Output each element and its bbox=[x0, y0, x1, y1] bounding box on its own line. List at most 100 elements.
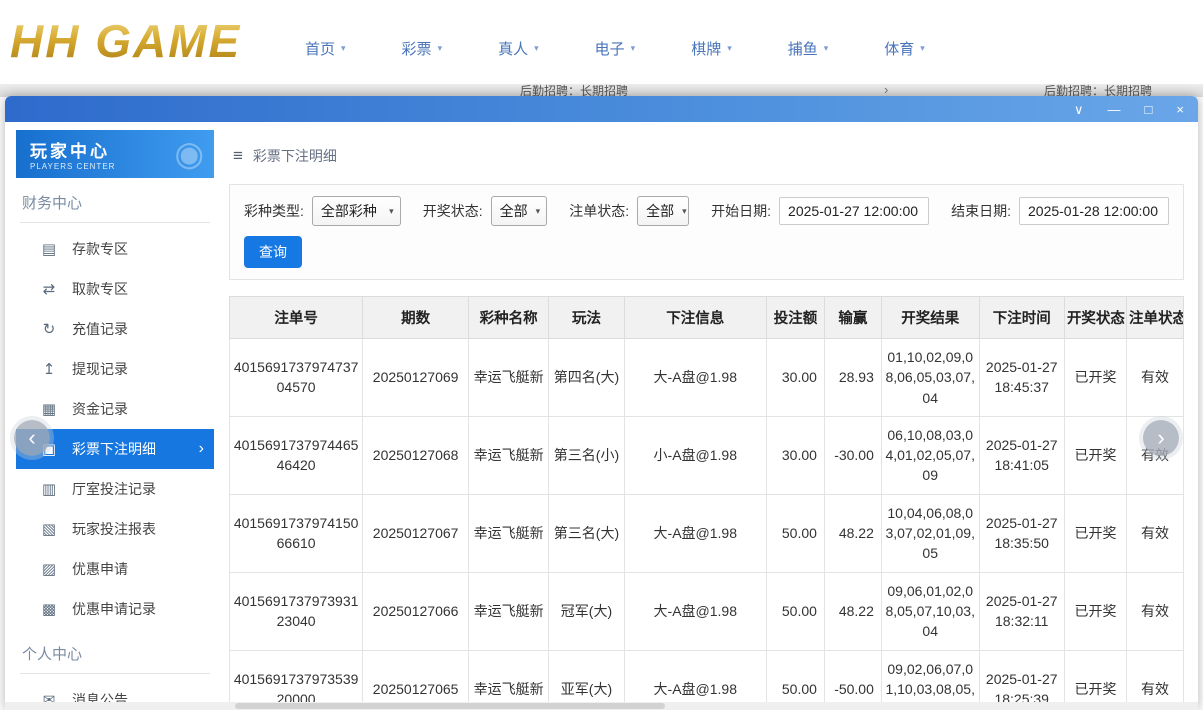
cell-win-loss: 48.22 bbox=[824, 572, 881, 650]
cell-draw-result: 01,10,02,09,08,06,05,03,07,04 bbox=[881, 339, 979, 417]
collapse-icon[interactable]: ∨ bbox=[1074, 103, 1084, 116]
chevron-down-icon: ▾ bbox=[389, 206, 394, 217]
table-header-cell: 输赢 bbox=[824, 297, 881, 339]
bet-status-select[interactable]: 全部 ▾ bbox=[637, 196, 689, 226]
sidebar-item[interactable]: ↻ 充值记录 › bbox=[16, 309, 214, 349]
nav-item[interactable]: 首页 ▾ bbox=[305, 38, 346, 59]
cell-issue: 20250127069 bbox=[363, 339, 469, 417]
sidebar-item[interactable]: ▧ 玩家投注报表 › bbox=[16, 509, 214, 549]
start-date-label: 开始日期: bbox=[711, 201, 771, 221]
cell-lottery-name: 幸运飞艇新 bbox=[469, 339, 549, 417]
table-row: 401569173797353920000 20250127065 幸运飞艇新 … bbox=[230, 650, 1184, 710]
sidebar-item[interactable]: ▩ 优惠申请记录 › bbox=[16, 589, 214, 629]
cell-play-type: 第三名(小) bbox=[549, 416, 624, 494]
page-header: ≡ 彩票下注明细 bbox=[233, 142, 1184, 170]
table-body: 401569173797473704570 20250127069 幸运飞艇新 … bbox=[230, 339, 1184, 710]
sidebar-item[interactable]: ⇄ 取款专区 › bbox=[16, 269, 214, 309]
cell-lottery-name: 幸运飞艇新 bbox=[469, 416, 549, 494]
cell-play-type: 第四名(大) bbox=[549, 339, 624, 417]
table-header-row: 注单号 期数 彩种名称 玩法 下注信息 投注额 bbox=[230, 297, 1184, 339]
section-title-personal: 个人中心 bbox=[20, 643, 210, 674]
cell-bet-time: 2025-01-27 18:32:11 bbox=[979, 572, 1064, 650]
cell-issue: 20250127067 bbox=[363, 494, 469, 572]
top-nav: 首页 ▾ 彩票 ▾ 真人 ▾ 电子 ▾ bbox=[305, 38, 925, 59]
cell-bet-id: 401569173797393123040 bbox=[230, 572, 363, 650]
window-title-bar: ∨ — □ × bbox=[5, 96, 1198, 122]
table-header-cell: 期数 bbox=[363, 297, 469, 339]
cell-bet-amount: 50.00 bbox=[766, 572, 824, 650]
draw-status-select[interactable]: 全部 ▾ bbox=[491, 196, 548, 226]
page-title: 彩票下注明细 bbox=[253, 146, 337, 166]
carousel-next-button[interactable]: › bbox=[1143, 420, 1179, 456]
table-row: 401569173797446546420 20250127068 幸运飞艇新 … bbox=[230, 416, 1184, 494]
table-row: 401569173797415066610 20250127067 幸运飞艇新 … bbox=[230, 494, 1184, 572]
sidebar-item[interactable]: ▤ 存款专区 › bbox=[16, 229, 214, 269]
chevron-left-icon: ‹ bbox=[28, 425, 35, 451]
nav-item-label: 棋牌 bbox=[691, 38, 721, 59]
nav-item-label: 彩票 bbox=[402, 38, 432, 59]
chevron-down-icon: ▾ bbox=[536, 206, 541, 217]
nav-item[interactable]: 彩票 ▾ bbox=[402, 38, 443, 59]
horizontal-scrollbar bbox=[5, 702, 1198, 710]
table-row: 401569173797473704570 20250127069 幸运飞艇新 … bbox=[230, 339, 1184, 417]
hamburger-icon[interactable]: ≡ bbox=[233, 146, 243, 166]
nav-item[interactable]: 真人 ▾ bbox=[498, 38, 539, 59]
cell-draw-result: 09,02,06,07,01,10,03,08,05,04 bbox=[881, 650, 979, 710]
site-header: HH GAME 首页 ▾ 彩票 ▾ 真人 ▾ 电子 bbox=[0, 0, 1203, 90]
cell-bet-info: 小-A盘@1.98 bbox=[624, 416, 766, 494]
table-header-cell: 投注额 bbox=[766, 297, 824, 339]
lottery-type-label: 彩种类型: bbox=[244, 201, 304, 221]
cell-bet-status: 有效 bbox=[1126, 494, 1183, 572]
nav-item-label: 真人 bbox=[498, 38, 528, 59]
deposit-icon: ▤ bbox=[40, 240, 58, 258]
end-date-label: 结束日期: bbox=[951, 201, 1011, 221]
screen: HH GAME 首页 ▾ 彩票 ▾ 真人 ▾ 电子 bbox=[0, 0, 1203, 710]
sidebar-item-label: 优惠申请 bbox=[72, 559, 128, 579]
end-date-input[interactable] bbox=[1019, 197, 1169, 225]
minimize-icon[interactable]: — bbox=[1108, 103, 1121, 116]
bets-table: 注单号 期数 彩种名称 玩法 下注信息 投注额 bbox=[229, 296, 1184, 710]
cell-bet-amount: 30.00 bbox=[766, 416, 824, 494]
cell-play-type: 亚军(大) bbox=[549, 650, 624, 710]
maximize-icon[interactable]: □ bbox=[1145, 103, 1153, 116]
cell-bet-amount: 30.00 bbox=[766, 339, 824, 417]
sidebar-item[interactable]: ▨ 优惠申请 › bbox=[16, 549, 214, 589]
nav-item[interactable]: 棋牌 ▾ bbox=[691, 38, 732, 59]
start-date-input[interactable] bbox=[779, 197, 929, 225]
chevron-down-icon: ▾ bbox=[341, 43, 346, 54]
player-bet-report-icon: ▧ bbox=[40, 520, 58, 538]
cell-issue: 20250127066 bbox=[363, 572, 469, 650]
close-icon[interactable]: × bbox=[1176, 103, 1184, 116]
sidebar-item[interactable]: ▥ 厅室投注记录 › bbox=[16, 469, 214, 509]
cell-bet-status: 有效 bbox=[1126, 572, 1183, 650]
cell-bet-time: 2025-01-27 18:35:50 bbox=[979, 494, 1064, 572]
funds-record-icon: ▦ bbox=[40, 400, 58, 418]
cell-draw-result: 09,06,01,02,08,05,07,10,03,04 bbox=[881, 572, 979, 650]
cell-draw-status: 已开奖 bbox=[1064, 572, 1126, 650]
nav-item[interactable]: 体育 ▾ bbox=[884, 38, 925, 59]
cell-bet-info: 大-A盘@1.98 bbox=[624, 572, 766, 650]
chevron-down-icon: ▾ bbox=[920, 43, 925, 54]
window-controls: ∨ — □ × bbox=[1074, 96, 1184, 122]
section-title-finance: 财务中心 bbox=[20, 192, 210, 223]
lottery-type-select[interactable]: 全部彩种 ▾ bbox=[312, 196, 401, 226]
cell-bet-id: 401569173797473704570 bbox=[230, 339, 363, 417]
chevron-down-icon: ▾ bbox=[727, 43, 732, 54]
sidebar-item[interactable]: ▦ 资金记录 › bbox=[16, 389, 214, 429]
cell-bet-id: 401569173797446546420 bbox=[230, 416, 363, 494]
nav-item[interactable]: 电子 ▾ bbox=[595, 38, 636, 59]
horizontal-scrollbar-thumb[interactable] bbox=[235, 703, 665, 709]
chevron-down-icon: ▾ bbox=[438, 43, 443, 54]
cell-bet-time: 2025-01-27 18:41:05 bbox=[979, 416, 1064, 494]
cell-win-loss: -50.00 bbox=[824, 650, 881, 710]
nav-item[interactable]: 捕鱼 ▾ bbox=[788, 38, 829, 59]
table-header-cell: 玩法 bbox=[549, 297, 624, 339]
lottery-type-value: 全部彩种 bbox=[321, 201, 377, 221]
main-content: ≡ 彩票下注明细 彩种类型: 全部彩种 ▾ 开奖状态: 全部 bbox=[229, 122, 1184, 710]
carousel-prev-button[interactable]: ‹ bbox=[14, 420, 50, 456]
sidebar-item-label: 玩家投注报表 bbox=[72, 519, 156, 539]
cell-lottery-name: 幸运飞艇新 bbox=[469, 494, 549, 572]
sidebar-item[interactable]: ↥ 提现记录 › bbox=[16, 349, 214, 389]
search-button[interactable]: 查询 bbox=[244, 236, 302, 268]
cell-bet-info: 大-A盘@1.98 bbox=[624, 650, 766, 710]
